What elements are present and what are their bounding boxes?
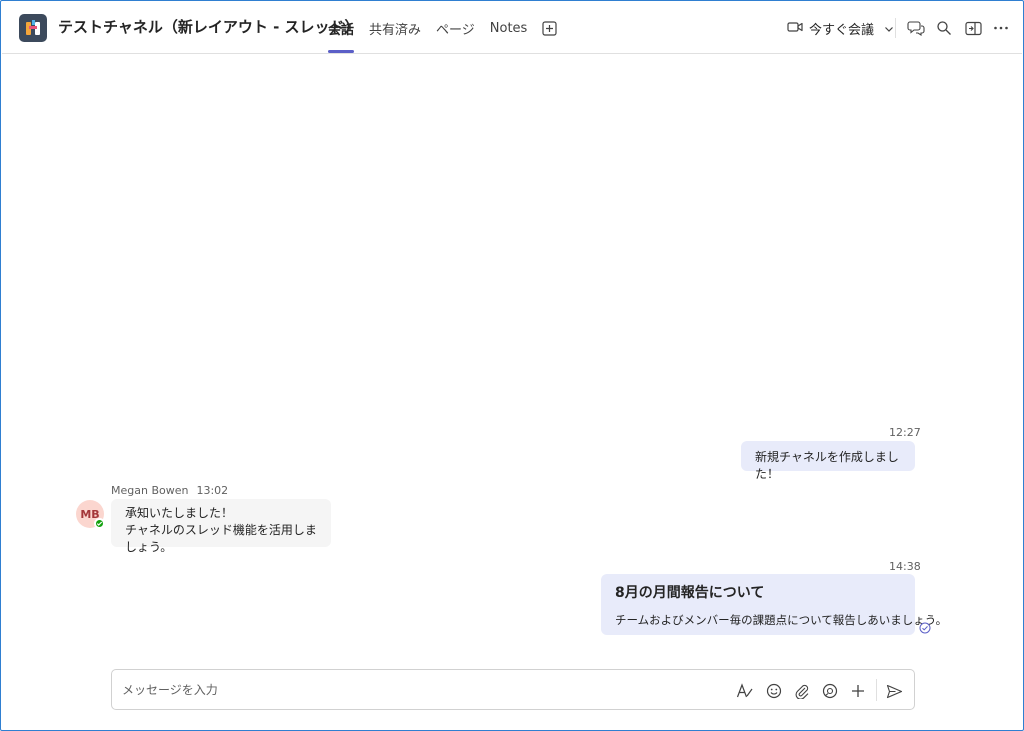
message-bubble[interactable]: 8月の月間報告について チームおよびメンバー毎の課題点について報告しあいましょう… — [601, 574, 948, 635]
message-timestamp: 14:38 — [889, 560, 921, 573]
presence-available-icon — [94, 518, 105, 529]
tab-label: ページ — [436, 22, 475, 38]
video-icon — [787, 19, 803, 38]
add-tab-icon[interactable] — [542, 2, 557, 54]
message-bubble[interactable]: 承知いたしました！ チャネルのスレッド機能を活用しましょう。 — [111, 499, 331, 554]
search-icon[interactable] — [934, 18, 954, 38]
tab-pages[interactable]: ページ — [436, 2, 475, 54]
message-text: 承知いたしました！ — [125, 506, 234, 520]
meet-now-label: 今すぐ会議 — [809, 22, 875, 38]
channel-header: テストチャネル（新レイアウト - スレッド） 会話 共有済み ページ Notes… — [2, 2, 1022, 54]
plus-icon[interactable] — [848, 681, 868, 701]
team-avatar-icon[interactable] — [19, 14, 47, 42]
loop-icon[interactable] — [820, 681, 840, 701]
panel-icon[interactable] — [963, 18, 983, 38]
read-receipt-icon — [919, 619, 931, 638]
message-bubble[interactable]: 新規チャネルを作成しました！ — [741, 441, 915, 481]
channel-title: テストチャネル（新レイアウト - スレッド） — [58, 18, 360, 36]
send-icon[interactable] — [884, 681, 904, 701]
tab-conversation[interactable]: 会話 — [328, 2, 355, 54]
attach-icon[interactable] — [792, 681, 812, 701]
message-subject: 8月の月間報告について — [615, 585, 765, 601]
compose-box — [111, 669, 915, 710]
tab-label: 共有済み — [369, 22, 422, 38]
format-icon[interactable] — [735, 681, 755, 701]
header-divider — [895, 18, 896, 38]
tab-label: Notes — [489, 20, 528, 36]
chevron-down-icon[interactable] — [884, 19, 894, 38]
message-text: チャネルのスレッド機能を活用しましょう。 — [125, 523, 317, 554]
message-text: チームおよびメンバー毎の課題点について報告しあいましょう。 — [615, 613, 948, 627]
sender-name: Megan Bowen — [111, 484, 189, 497]
tab-notes[interactable]: Notes — [490, 2, 528, 54]
message-timestamp: 13:02 — [196, 484, 229, 497]
tab-bar: 会話 共有済み ページ Notes — [328, 2, 557, 54]
message-meta: Megan Bowen 13:02 — [111, 484, 228, 497]
tab-label: 会話 — [328, 22, 355, 38]
more-icon[interactable] — [991, 18, 1011, 38]
message-text: 新規チャネルを作成しました！ — [755, 450, 899, 481]
teams-window: テストチャネル（新レイアウト - スレッド） 会話 共有済み ページ Notes… — [0, 0, 1024, 731]
message-timestamp: 12:27 — [889, 426, 921, 439]
compose-divider — [876, 679, 877, 701]
chat-icon[interactable] — [906, 18, 926, 38]
emoji-icon[interactable] — [764, 681, 784, 701]
tab-shared[interactable]: 共有済み — [369, 2, 421, 54]
message-input[interactable] — [122, 680, 682, 700]
meet-now-button[interactable]: 今すぐ会議 — [787, 16, 894, 40]
